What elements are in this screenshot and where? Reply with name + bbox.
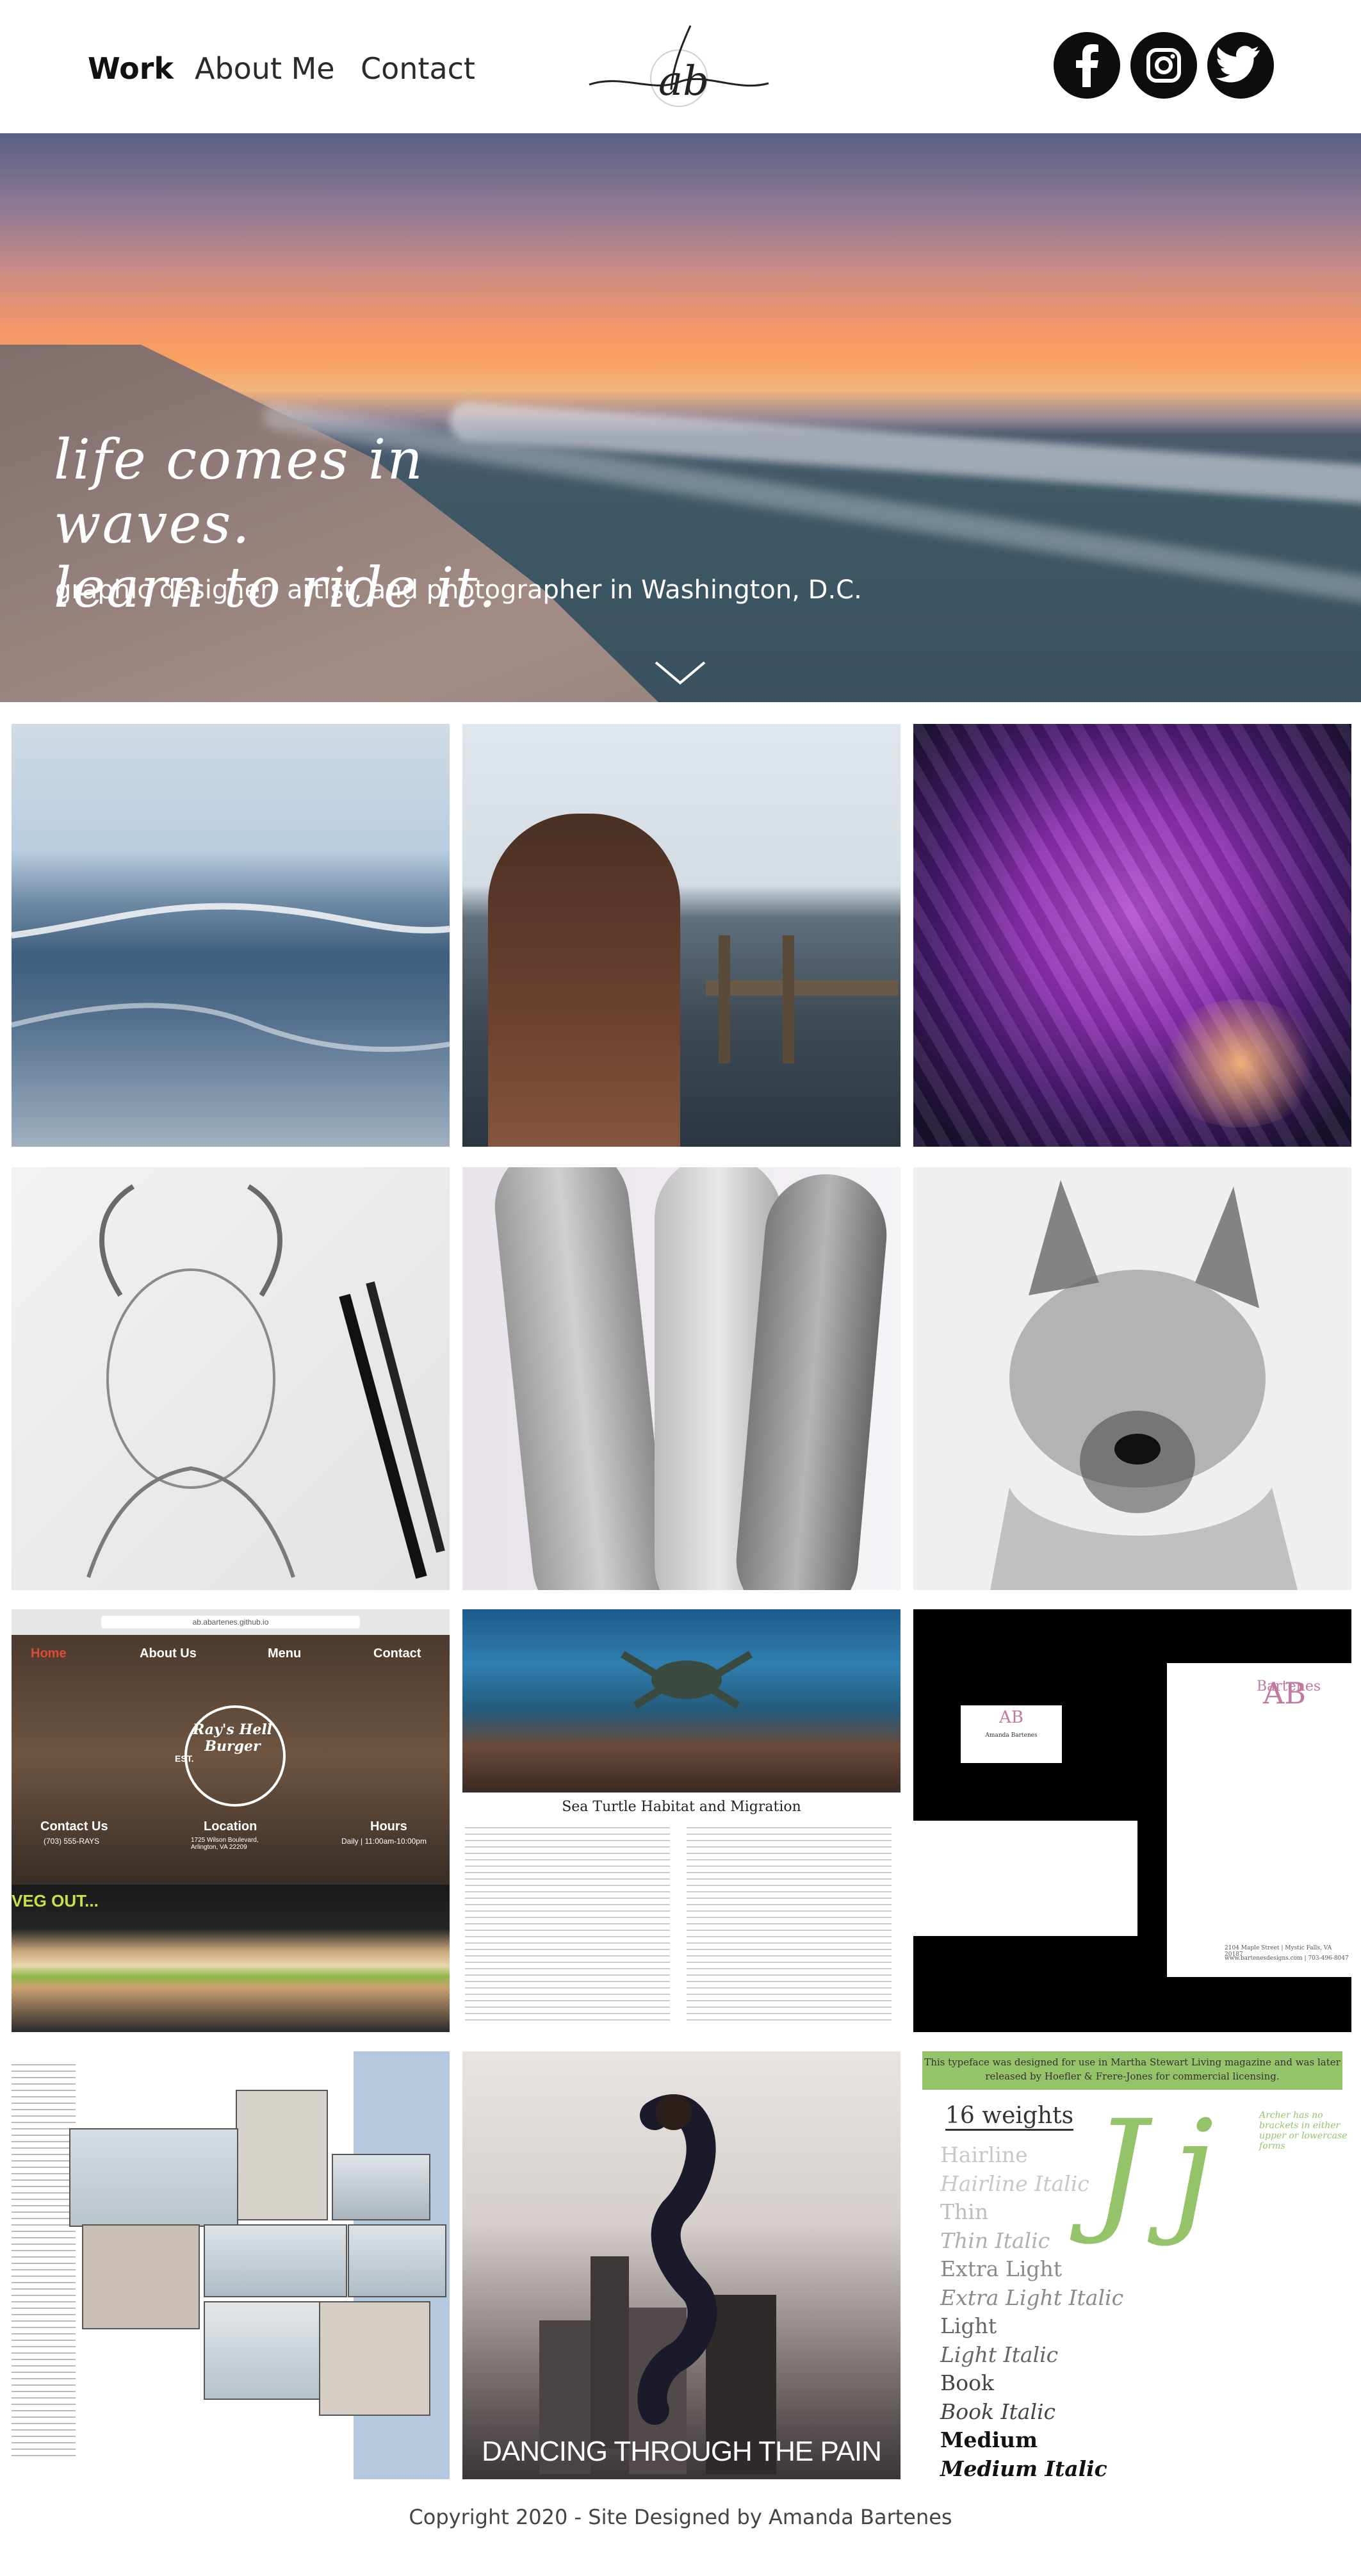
gallery-print-sea-turtle[interactable]: Sea Turtle Habitat and Migration — [462, 1609, 901, 2032]
restaurant-nav-contact: Contact — [373, 1646, 421, 1661]
typeface-weight-item: Book — [940, 2370, 994, 2395]
restaurant-hours-label: Hours — [370, 1819, 407, 1834]
restaurant-nav-menu: Menu — [268, 1646, 302, 1661]
typeface-weight-item: Hairline — [940, 2142, 1028, 2167]
gallery-photo-wave[interactable] — [12, 724, 450, 1147]
restaurant-nav-about: About Us — [140, 1646, 197, 1661]
poster-title: DANCING THROUGH THE PAIN — [482, 2436, 882, 2467]
twitter-icon[interactable] — [1207, 32, 1274, 99]
typeface-weight-item: Medium Italic — [940, 2456, 1107, 2480]
nav-link-work[interactable]: Work — [88, 51, 174, 86]
business-card-logo: AB — [999, 1708, 1023, 1727]
typeface-weight-item: Light — [940, 2313, 997, 2338]
business-card-name: Amanda Bartenes — [985, 1732, 1038, 1739]
restaurant-hours: Daily | 11:00am-10:00pm — [341, 1837, 427, 1846]
restaurant-location-label: Location — [204, 1819, 257, 1834]
site-logo[interactable]: ab — [583, 13, 775, 122]
typeface-weight-item: Extra Light Italic — [940, 2285, 1124, 2310]
typeface-heading: 16 weights — [945, 2103, 1074, 2131]
typeface-weights-list: Hairline Hairline Italic Thin Thin Italic Ex… — [940, 2141, 1123, 2479]
gallery-poster-dancer[interactable]: DANCING THROUGH THE PAIN — [462, 2051, 901, 2479]
typeface-weight-item: Thin Italic — [940, 2227, 1050, 2253]
gallery-print-surf-article[interactable] — [12, 2051, 450, 2479]
gallery-photo-epcot-sphere[interactable] — [913, 724, 1351, 1147]
sea-turtle-title: Sea Turtle Habitat and Migration — [562, 1799, 801, 1815]
typeface-weight-item: Thin — [940, 2199, 989, 2224]
footer-copyright: Copyright 2020 - Site Designed by Amanda… — [409, 2505, 952, 2529]
restaurant-contact-label: Contact Us — [40, 1819, 108, 1834]
sea-turtle-body-column-left — [465, 1827, 670, 2026]
logo-text: ab — [658, 58, 709, 105]
nav-link-about-me[interactable]: About Me — [195, 51, 335, 86]
chevron-down-icon[interactable] — [653, 659, 707, 690]
instagram-icon[interactable] — [1130, 32, 1197, 99]
gallery-drawing-surfboards[interactable] — [462, 1167, 901, 1590]
typeface-banner: This typeface was designed for use in Ma… — [922, 2051, 1342, 2090]
gallery-web-restaurant[interactable]: ab.abartenes.github.io Home About Us Men… — [12, 1609, 450, 2032]
top-navigation: Work About Me Contact ab — [0, 0, 1361, 133]
letterhead-brand-name: Bartenes — [1257, 1678, 1321, 1694]
restaurant-veg-heading: VEG OUT... — [12, 1891, 99, 1910]
letterhead-web: www.bartenesdesigns.com | 703-496-8047 — [1225, 1955, 1349, 1962]
hero-subtitle: graphic designer, artist, and photograph… — [55, 575, 862, 605]
typeface-weight-item: Extra Light — [940, 2256, 1063, 2281]
restaurant-address: 1725 Wilson Boulevard, Arlington, VA 222… — [191, 1837, 259, 1851]
nav-link-contact[interactable]: Contact — [361, 51, 475, 86]
hero-banner: life comes in waves. learn to ride it. g… — [0, 133, 1361, 702]
typeface-weight-item: Book Italic — [940, 2399, 1056, 2424]
browser-url-bar: ab.abartenes.github.io — [101, 1616, 360, 1628]
typeface-weight-item: Hairline Italic — [940, 2170, 1089, 2196]
restaurant-phone: (703) 555-RAYS — [44, 1837, 100, 1846]
sea-turtle-body-column-right — [687, 1827, 892, 2026]
facebook-icon[interactable] — [1054, 32, 1120, 99]
gallery-typography-archer[interactable]: This typeface was designed for use in Ma… — [913, 2051, 1351, 2479]
gallery-drawing-maleficent[interactable] — [12, 1167, 450, 1590]
typeface-annotation: Archer has no brackets in either upper o… — [1259, 2110, 1348, 2151]
gallery-drawing-german-shepherd[interactable] — [913, 1167, 1351, 1590]
typeface-weight-item: Medium — [940, 2427, 1038, 2452]
restaurant-brand: Ray's Hell Burger — [192, 1721, 273, 1755]
gallery-stationery-branding[interactable]: AB Amanda Bartenes AB Bartenes 2104 Mapl… — [913, 1609, 1351, 2032]
restaurant-est: EST. — [175, 1753, 194, 1764]
restaurant-nav-home: Home — [31, 1646, 67, 1661]
typeface-weight-item: Light Italic — [940, 2342, 1059, 2367]
gallery-photo-girl-dock[interactable] — [462, 724, 901, 1147]
